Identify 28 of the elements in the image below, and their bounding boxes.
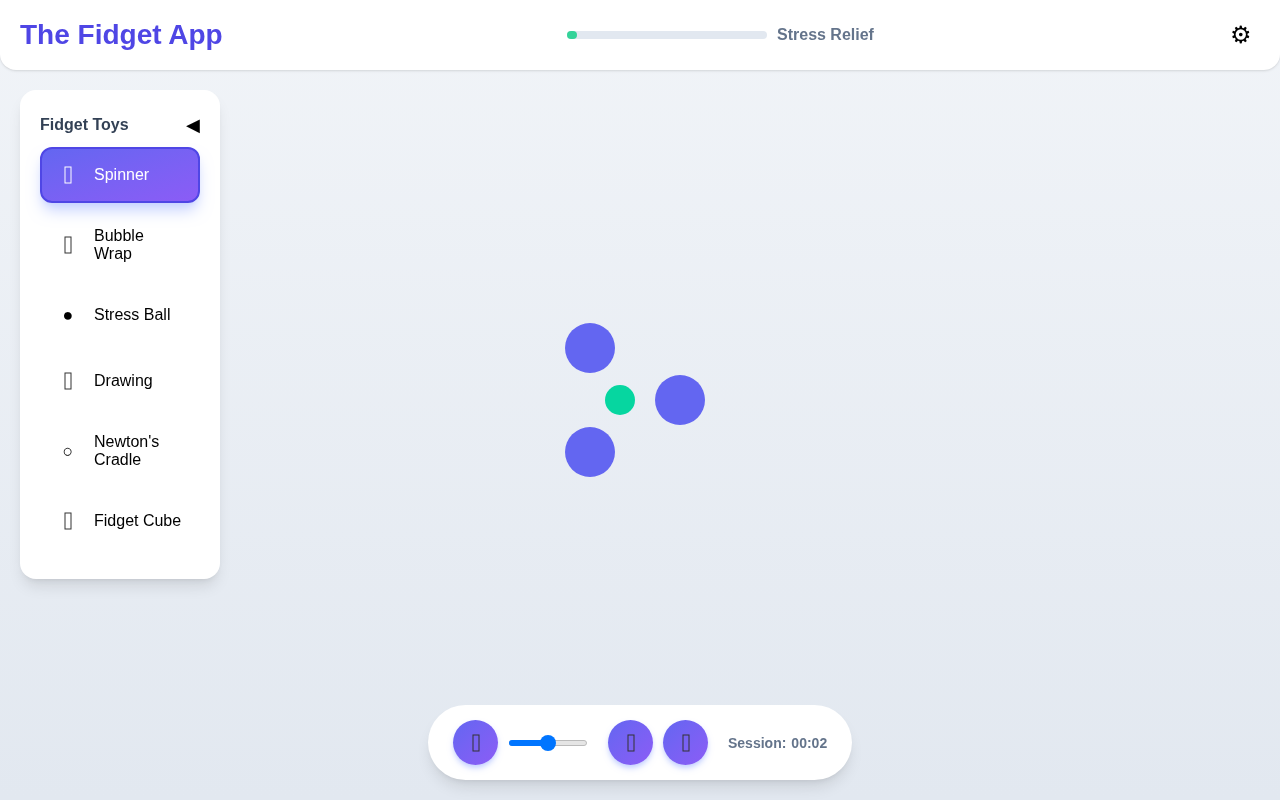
speed-slider[interactable] [509,734,587,751]
spinner-drawing[interactable] [565,323,707,479]
app-title: The Fidget App [20,18,224,52]
missing-glyph-icon [64,512,72,530]
collapse-button[interactable]: ◀ [186,116,200,134]
progress-label: Stress Relief [777,25,874,45]
toy-item[interactable]: Bubble Wrap [40,213,200,277]
missing-glyph-icon [64,372,72,390]
control-button[interactable] [453,720,498,765]
settings-button[interactable]: ⚙ [1230,23,1252,47]
toy-item[interactable]: Drawing [40,353,200,409]
missing-glyph-icon [471,733,480,752]
toy-glyph: ● [64,306,72,324]
session-timer: 00:02 [791,733,828,753]
toy-item[interactable]: Fidget Cube [40,493,200,549]
toy-item[interactable]: ○ Newton's Cradle [40,419,200,483]
slider-thumb[interactable] [540,734,556,751]
toy-item[interactable]: ● Stress Ball [40,287,200,343]
sidebar-title: Fidget Toys [40,115,129,135]
control-button[interactable] [608,720,653,765]
toy-glyph: ○ [64,442,72,460]
missing-glyph-icon [681,733,690,752]
toy-item[interactable]: Spinner [40,147,200,203]
session-label: Session: [728,733,787,753]
control-button[interactable] [663,720,708,765]
missing-glyph-icon [64,236,72,254]
missing-glyph-icon [64,166,72,184]
missing-glyph-icon [626,733,635,752]
